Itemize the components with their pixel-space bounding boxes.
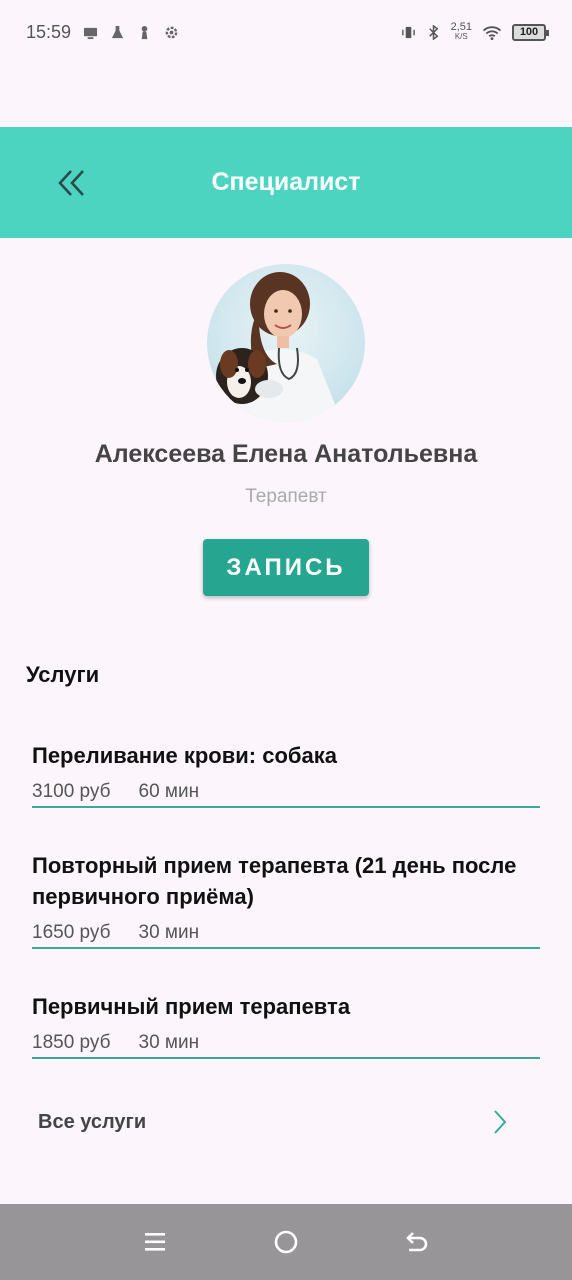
app-header: Специалист <box>0 127 572 238</box>
service-duration: 30 мин <box>138 922 200 943</box>
service-price: 1850 руб <box>32 1032 111 1053</box>
flask-icon <box>111 25 124 38</box>
service-duration: 60 мин <box>138 781 200 802</box>
specialist-name: Алексеева Елена Анатольевна <box>94 440 478 468</box>
page-title: Специалист <box>211 168 361 196</box>
service-meta: 1650 руб 30 мин <box>32 922 540 944</box>
doctor-with-dog-image <box>216 272 342 422</box>
status-bar: 15:59 2,51 K/S 100 <box>0 0 572 64</box>
all-services-label: Все услуги <box>38 1110 147 1133</box>
chess-piece-icon <box>141 25 148 39</box>
specialist-avatar <box>207 264 365 422</box>
double-chevron-left-icon <box>58 170 84 196</box>
chevron-right-icon <box>494 1110 507 1134</box>
services-heading: Услуги <box>26 662 100 687</box>
system-navigation-bar <box>0 1204 572 1280</box>
back-arrow-icon <box>405 1232 427 1252</box>
bluetooth-icon <box>428 24 438 40</box>
vibrate-icon <box>401 26 415 38</box>
menu-icon <box>145 1233 166 1251</box>
status-bar-left: 15:59 <box>26 22 179 43</box>
back-button[interactable] <box>54 165 90 201</box>
network-speed: 2,51 K/S <box>451 22 472 42</box>
service-name: Переливание крови: собака <box>32 743 337 768</box>
service-meta: 1850 руб 30 мин <box>32 1032 540 1054</box>
all-services-link[interactable]: Все услуги <box>38 1100 508 1144</box>
service-item[interactable]: Переливание крови: собака 3100 руб 60 мин <box>32 740 540 808</box>
service-meta: 3100 руб 60 мин <box>32 781 540 803</box>
service-item[interactable]: Повторный прием терапевта (21 день после… <box>32 850 540 949</box>
service-price: 3100 руб <box>32 781 111 802</box>
home-circle-icon <box>274 1230 298 1254</box>
service-item[interactable]: Первичный прием терапевта 1850 руб 30 мин <box>32 991 540 1059</box>
settings-icon <box>165 26 178 38</box>
specialist-role: Терапевт <box>245 486 327 507</box>
book-appointment-button[interactable]: ЗАПИСЬ <box>203 539 369 596</box>
menu-nav-button[interactable] <box>140 1227 170 1257</box>
status-bar-right: 2,51 K/S 100 <box>401 22 549 42</box>
battery-indicator: 100 <box>512 23 549 41</box>
service-price: 1650 руб <box>32 922 111 943</box>
screen-icon <box>83 27 98 39</box>
network-speed-value: 2,51 <box>450 21 472 33</box>
network-speed-unit: K/S <box>454 32 468 41</box>
status-time: 15:59 <box>26 21 72 42</box>
service-duration: 30 мин <box>138 1032 200 1053</box>
service-name: Повторный прием терапевта (21 день после… <box>32 853 517 909</box>
wifi-icon <box>482 25 502 40</box>
home-nav-button[interactable] <box>271 1227 301 1257</box>
back-nav-button[interactable] <box>402 1227 432 1257</box>
service-name: Первичный прием терапевта <box>32 994 351 1019</box>
